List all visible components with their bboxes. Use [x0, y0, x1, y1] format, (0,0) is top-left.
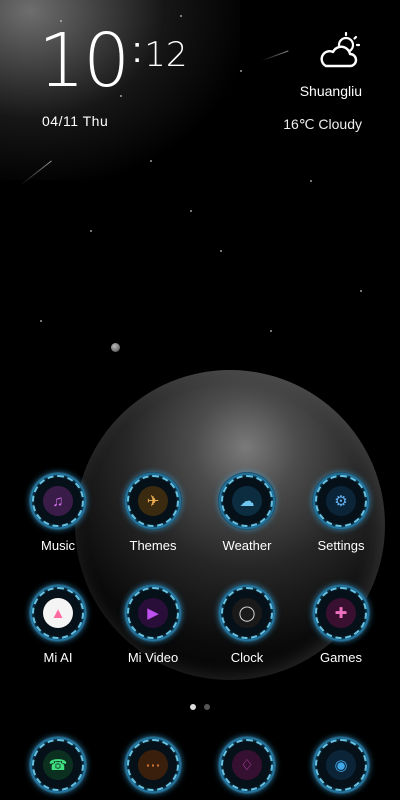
browser-icon: ♢	[232, 750, 262, 780]
weather-widget[interactable]: Shuangliu 16℃ Cloudy	[283, 31, 362, 133]
app-games[interactable]: ✚ Games	[301, 584, 381, 665]
cloudy-sun-icon	[318, 31, 362, 72]
app-clock[interactable]: ◯ Clock	[207, 584, 287, 665]
app-mi-video[interactable]: ▶ Mi Video	[113, 584, 193, 665]
app-label: Settings	[317, 538, 365, 553]
play-icon: ▶	[138, 598, 168, 628]
app-label: Music	[41, 538, 75, 553]
app-music[interactable]: ♫ Music	[18, 472, 98, 553]
app-label: Mi AI	[43, 650, 73, 665]
dock-phone[interactable]: ☎	[18, 736, 98, 794]
weather-city: Shuangliu	[299, 83, 362, 99]
app-label: Mi Video	[127, 650, 179, 665]
gamepad-icon: ✚	[326, 598, 356, 628]
messages-icon: ⋯	[138, 750, 168, 780]
app-mi-ai[interactable]: ▲ Mi AI	[18, 584, 98, 665]
app-label: Themes	[129, 538, 177, 553]
dock-browser[interactable]: ♢	[207, 736, 287, 794]
app-label: Weather	[222, 538, 272, 553]
music-icon: ♫	[43, 486, 73, 516]
mi-ai-icon: ▲	[43, 598, 73, 628]
clock-minute: 12	[144, 35, 188, 75]
page-dot	[204, 704, 210, 710]
dock-camera[interactable]: ◉	[301, 736, 381, 794]
clock-hour: 10	[38, 18, 130, 104]
gear-icon: ⚙	[326, 486, 356, 516]
clock-icon: ◯	[232, 598, 262, 628]
page-indicator	[0, 697, 400, 715]
page-dot-active	[190, 704, 196, 710]
clock-separator: :	[132, 29, 143, 70]
cloud-icon: ☁	[232, 486, 262, 516]
weather-summary: 16℃ Cloudy	[283, 116, 362, 132]
jet-icon: ✈	[138, 486, 168, 516]
dock-messages[interactable]: ⋯	[113, 736, 193, 794]
small-moon	[111, 343, 120, 352]
phone-icon: ☎	[43, 750, 73, 780]
app-settings[interactable]: ⚙ Settings	[301, 472, 381, 553]
date-label: 04/11 Thu	[42, 113, 109, 129]
app-label: Clock	[230, 650, 264, 665]
app-weather[interactable]: ☁ Weather	[207, 472, 287, 553]
app-themes[interactable]: ✈ Themes	[113, 472, 193, 553]
camera-icon: ◉	[326, 750, 356, 780]
clock-widget[interactable]: 10 : 12	[38, 24, 187, 98]
app-label: Games	[320, 650, 362, 665]
